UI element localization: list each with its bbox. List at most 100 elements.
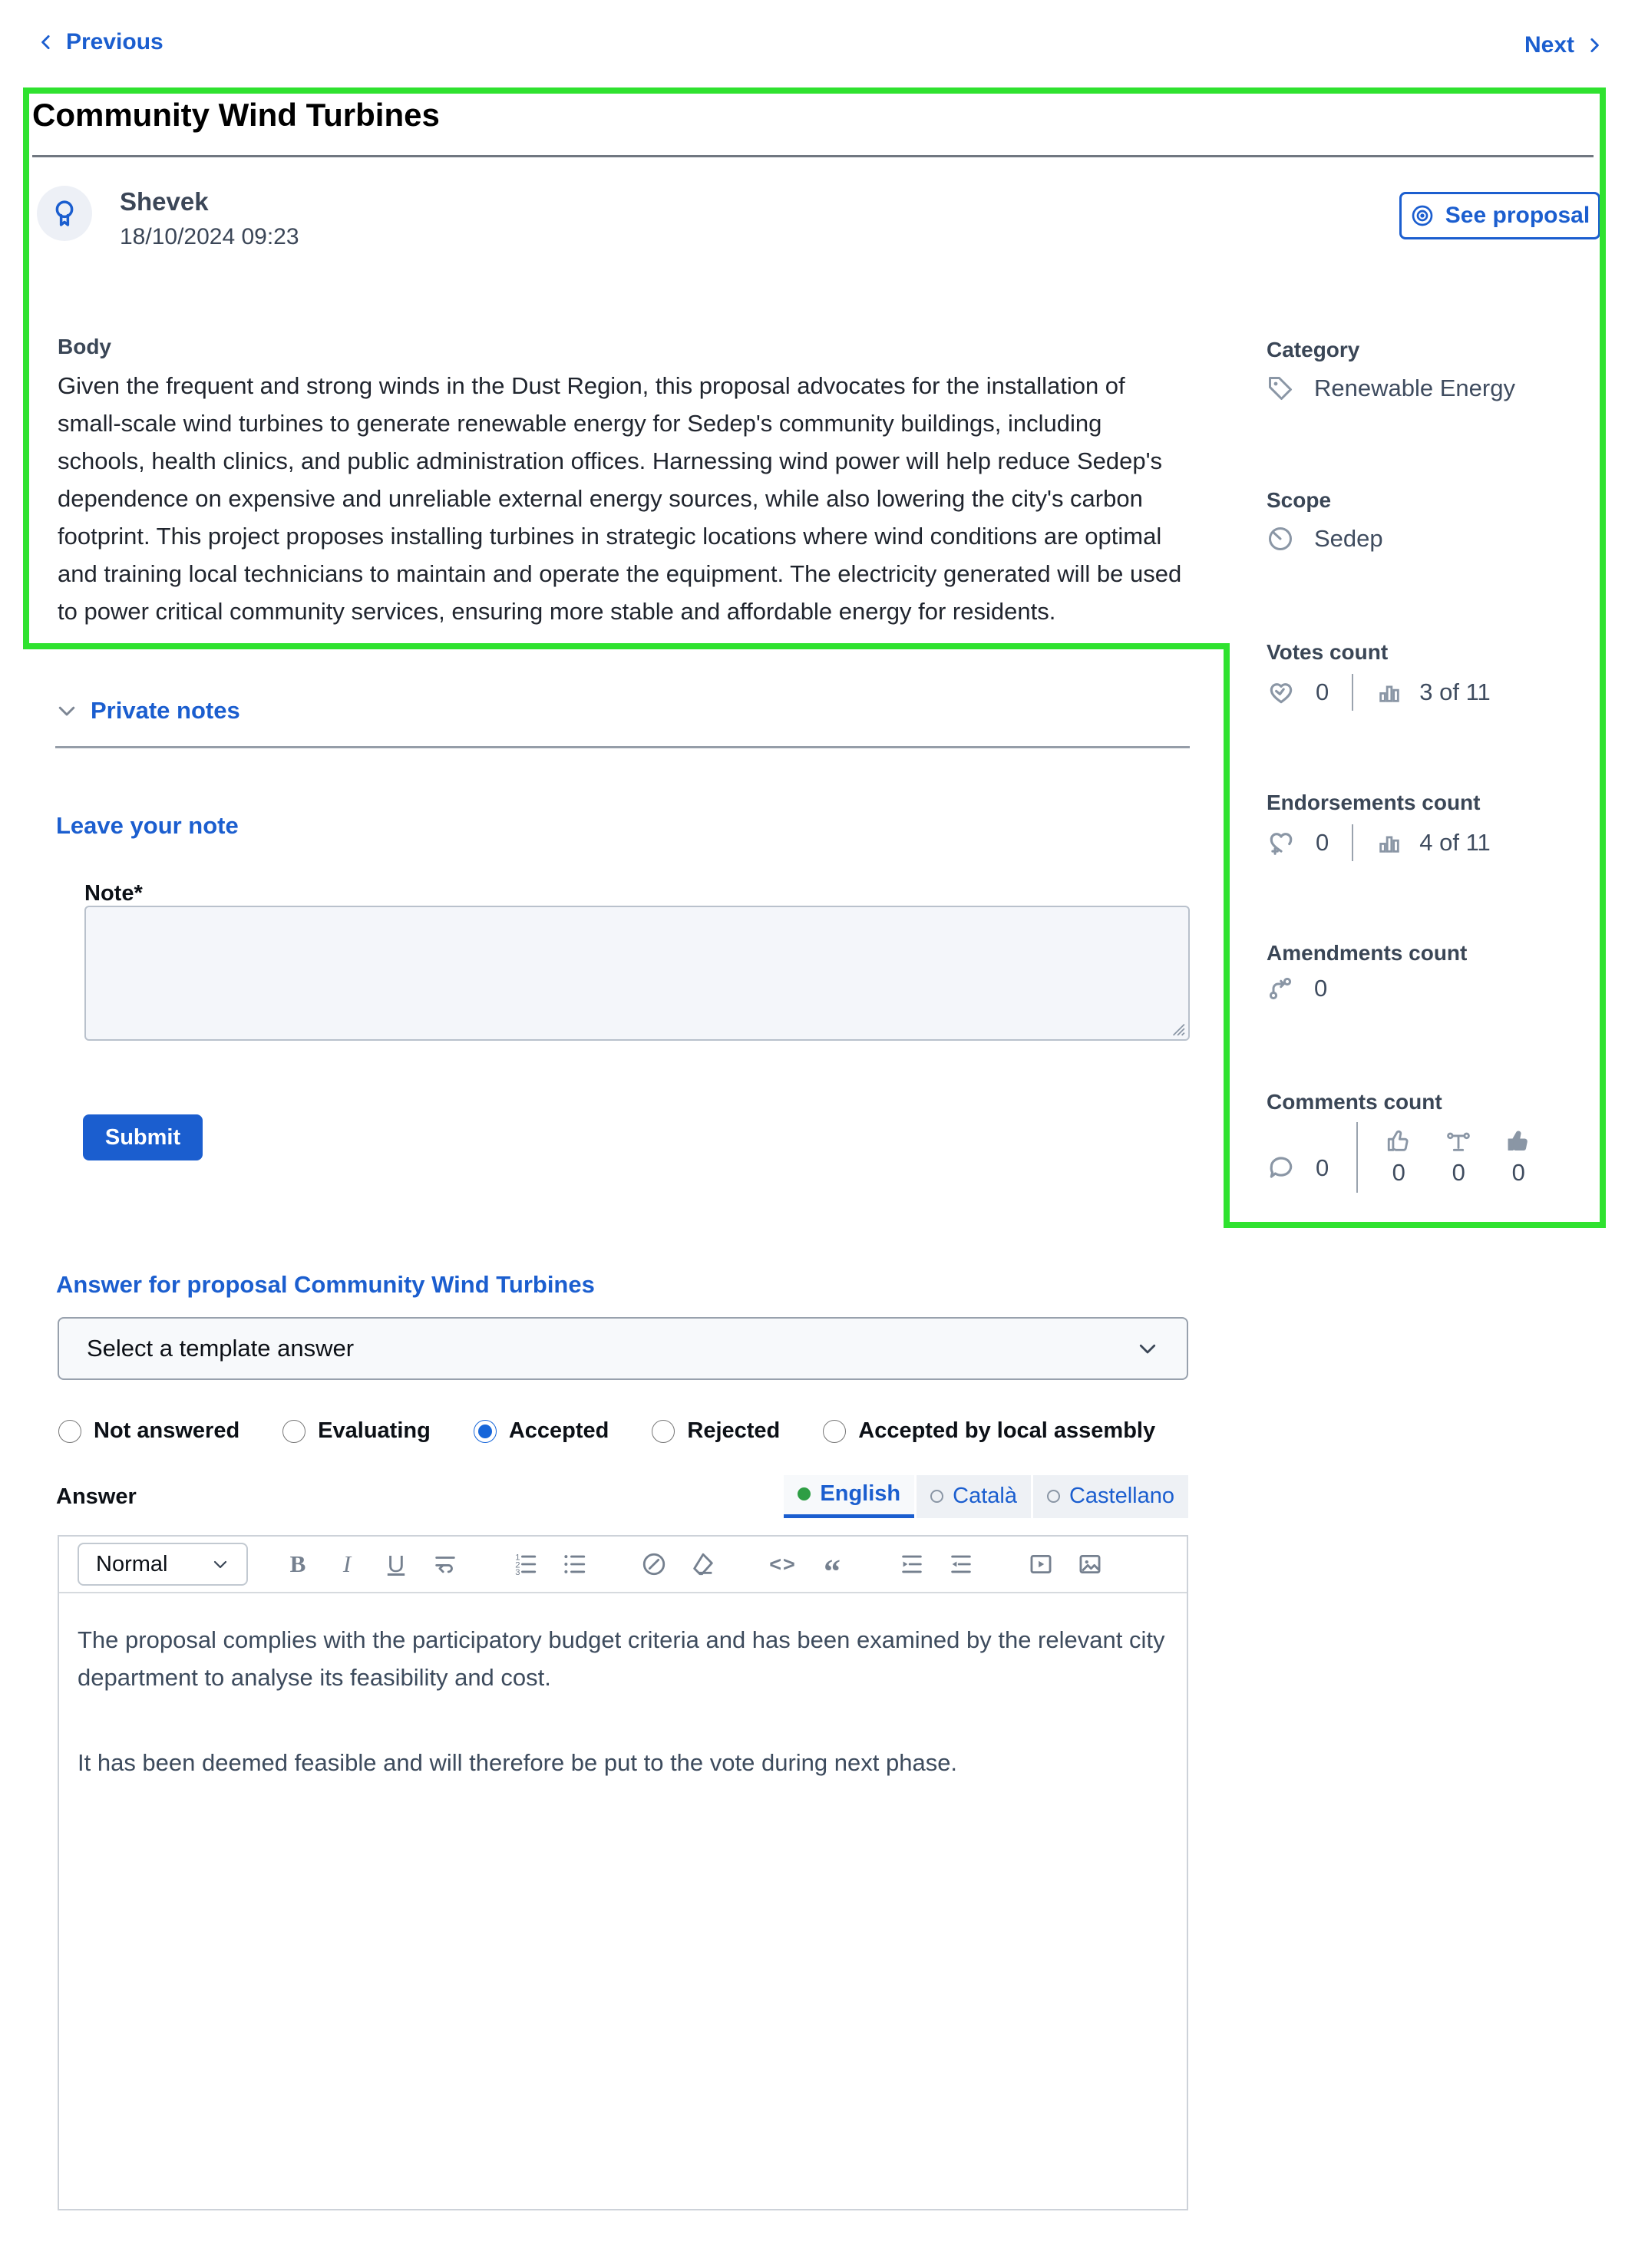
see-proposal-button[interactable]: See proposal bbox=[1399, 192, 1600, 239]
comments-up-count: 0 bbox=[1392, 1159, 1405, 1186]
status-option-evaluating[interactable]: Evaluating bbox=[282, 1418, 431, 1444]
status-option-rejected[interactable]: Rejected bbox=[652, 1418, 780, 1444]
lang-tab-english[interactable]: English bbox=[784, 1475, 915, 1518]
status-option-accepted-local-assembly[interactable]: Accepted by local assembly bbox=[823, 1418, 1155, 1444]
indent-decrease-icon[interactable] bbox=[946, 1550, 976, 1579]
image-icon[interactable] bbox=[1075, 1550, 1105, 1579]
annotation-line-mid-bottom bbox=[23, 643, 1230, 649]
chevron-down-icon bbox=[1136, 1337, 1159, 1360]
lang-tab-catala[interactable]: Català bbox=[917, 1475, 1031, 1518]
thumb-up-filled-icon bbox=[1505, 1128, 1531, 1154]
status-radio-not-answered[interactable] bbox=[58, 1419, 81, 1443]
comment-bubble-icon bbox=[1267, 1154, 1296, 1183]
status-label: Accepted by local assembly bbox=[858, 1418, 1156, 1443]
comments-down-col: 0 bbox=[1505, 1128, 1531, 1187]
status-radio-accepted[interactable] bbox=[473, 1419, 497, 1443]
untranslated-dot-icon bbox=[1046, 1489, 1060, 1503]
note-label: Note* bbox=[84, 881, 143, 906]
chevron-down-icon bbox=[211, 1555, 230, 1573]
lang-tab-label: Català bbox=[953, 1483, 1017, 1508]
award-icon bbox=[48, 197, 81, 229]
endorsements-count: 0 bbox=[1316, 829, 1329, 856]
answer-label: Answer bbox=[56, 1484, 137, 1509]
votes-count-row: 0 3 of 11 bbox=[1267, 674, 1491, 711]
amendments-count-row: 0 bbox=[1267, 975, 1327, 1002]
underline-icon[interactable]: U bbox=[381, 1550, 411, 1579]
status-label: Not answered bbox=[94, 1418, 240, 1443]
svg-text:3: 3 bbox=[515, 1568, 520, 1577]
category-value-row: Renewable Energy bbox=[1267, 375, 1515, 402]
template-answer-placeholder: Select a template answer bbox=[87, 1335, 355, 1362]
status-label: Evaluating bbox=[318, 1418, 431, 1443]
status-label: Rejected bbox=[687, 1418, 781, 1443]
chevron-down-icon bbox=[55, 699, 78, 722]
lang-tab-label: Castellano bbox=[1068, 1483, 1174, 1508]
next-link[interactable]: Next bbox=[1524, 32, 1604, 58]
answer-paragraph: It has been deemed feasible and will the… bbox=[78, 1749, 958, 1776]
divider bbox=[1352, 674, 1354, 711]
amendments-count: 0 bbox=[1314, 975, 1328, 1002]
indent-increase-icon[interactable] bbox=[897, 1550, 926, 1579]
votes-count-label: Votes count bbox=[1267, 640, 1389, 664]
scope-value: Sedep bbox=[1314, 525, 1383, 552]
status-radio-rejected[interactable] bbox=[652, 1419, 675, 1443]
leave-note-heading: Leave your note bbox=[56, 812, 239, 839]
private-notes-divider bbox=[55, 746, 1190, 748]
title-divider bbox=[32, 155, 1594, 157]
chevron-left-icon bbox=[37, 32, 57, 52]
status-radio-group: Not answered Evaluating Accepted Rejecte… bbox=[58, 1418, 1155, 1444]
bar-chart-icon bbox=[1376, 830, 1402, 856]
previous-label: Previous bbox=[66, 29, 163, 54]
lang-tab-castellano[interactable]: Castellano bbox=[1032, 1475, 1188, 1518]
editor-toolbar: Normal B I U 123 <> “ bbox=[59, 1537, 1187, 1593]
divider bbox=[1352, 824, 1354, 861]
note-field-wrapper bbox=[84, 906, 1190, 1041]
italic-icon[interactable]: I bbox=[332, 1550, 362, 1579]
ordered-list-icon[interactable]: 123 bbox=[510, 1550, 540, 1579]
status-option-not-answered[interactable]: Not answered bbox=[58, 1418, 239, 1444]
comments-neutral-count: 0 bbox=[1452, 1159, 1465, 1186]
toolbar-icons: B I U 123 <> “ bbox=[283, 1550, 1105, 1589]
comments-count-row: 0 0 0 0 bbox=[1267, 1122, 1531, 1193]
paragraph-style-select[interactable]: Normal bbox=[78, 1543, 248, 1586]
amendments-count-label: Amendments count bbox=[1267, 941, 1468, 965]
author-name: Shevek bbox=[120, 187, 209, 216]
lang-tab-label: English bbox=[820, 1481, 901, 1506]
private-notes-toggle[interactable]: Private notes bbox=[55, 697, 240, 725]
comments-up-col: 0 bbox=[1386, 1128, 1412, 1187]
comments-down-count: 0 bbox=[1511, 1159, 1525, 1186]
untranslated-dot-icon bbox=[930, 1489, 944, 1503]
comments-count-label: Comments count bbox=[1267, 1090, 1442, 1114]
translated-dot-icon bbox=[798, 1487, 811, 1500]
thumb-up-outline-icon bbox=[1386, 1128, 1412, 1154]
votes-count: 0 bbox=[1316, 678, 1329, 705]
line-break-icon[interactable] bbox=[431, 1550, 460, 1579]
submit-note-button[interactable]: Submit bbox=[83, 1114, 203, 1160]
video-embed-icon[interactable] bbox=[1026, 1550, 1055, 1579]
status-option-accepted[interactable]: Accepted bbox=[473, 1418, 609, 1444]
endorse-heart-plus-icon bbox=[1267, 828, 1296, 857]
previous-link[interactable]: Previous bbox=[37, 29, 163, 55]
category-value: Renewable Energy bbox=[1314, 375, 1515, 401]
language-tabs: English Català Castellano bbox=[784, 1475, 1188, 1518]
answer-paragraph: The proposal complies with the participa… bbox=[78, 1626, 1165, 1691]
bullet-list-icon[interactable] bbox=[560, 1550, 589, 1579]
editor-content[interactable]: The proposal complies with the participa… bbox=[59, 1593, 1187, 1809]
status-radio-evaluating[interactable] bbox=[282, 1419, 306, 1443]
blockquote-icon[interactable]: “ bbox=[817, 1550, 847, 1589]
annotation-line-right bbox=[1600, 87, 1606, 1228]
eraser-icon[interactable] bbox=[689, 1550, 718, 1579]
endorsements-count-label: Endorsements count bbox=[1267, 791, 1481, 814]
status-radio-accepted-local-assembly[interactable] bbox=[823, 1419, 847, 1443]
divider bbox=[1356, 1122, 1359, 1193]
endorsements-ranking: 4 of 11 bbox=[1419, 829, 1491, 856]
link-icon[interactable] bbox=[639, 1550, 669, 1579]
paragraph-style-value: Normal bbox=[96, 1551, 168, 1576]
template-answer-select[interactable]: Select a template answer bbox=[58, 1317, 1188, 1380]
code-icon[interactable]: <> bbox=[768, 1550, 798, 1579]
bold-icon[interactable]: B bbox=[283, 1550, 312, 1579]
votes-ranking: 3 of 11 bbox=[1419, 678, 1491, 705]
note-input[interactable] bbox=[84, 906, 1190, 1041]
status-label: Accepted bbox=[508, 1418, 609, 1443]
scale-icon bbox=[1445, 1128, 1471, 1154]
